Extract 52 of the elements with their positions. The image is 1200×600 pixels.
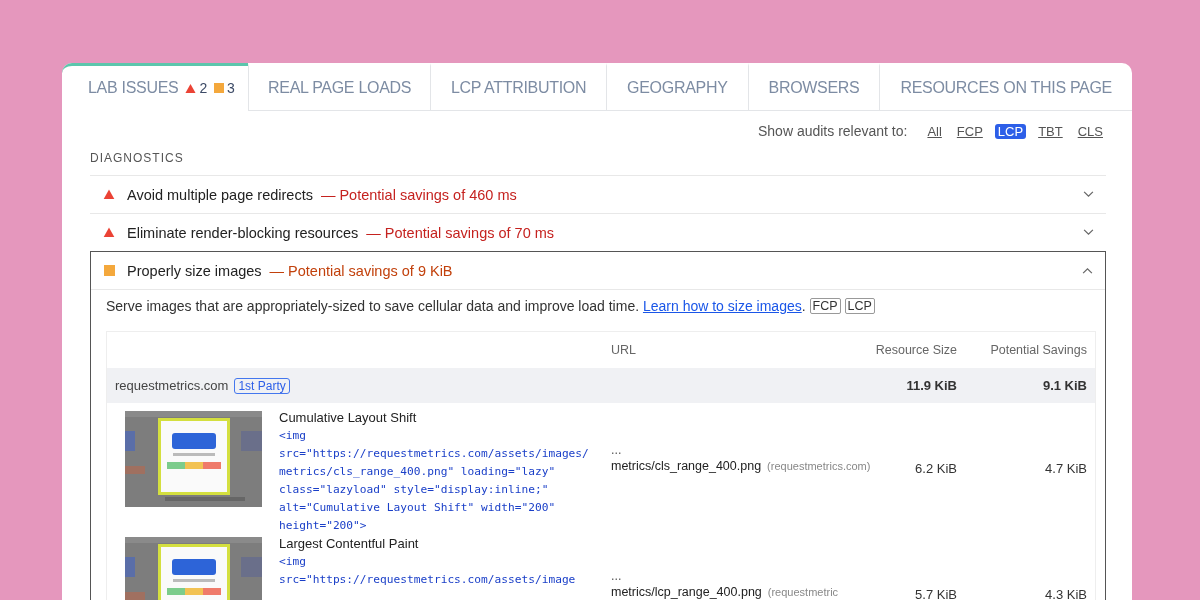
column-header: Resource Size	[874, 343, 957, 357]
chevron-down-icon	[1083, 229, 1094, 236]
node-label: Largest Contentful Paint	[279, 535, 420, 553]
url-ellipsis: ...	[611, 571, 623, 581]
code-snippet: <img src="https://requestmetrics.com/assets/images/metrics/cls_range_400.png" loading="lazy" class="lazyload" style="display:inline;" alt="Cumulative Layout Shift" width="200" height="200">	[279, 428, 590, 534]
audit-header[interactable]: Properly size images — Potential savings of 9 KiB	[91, 252, 1105, 289]
url-host: (requestmetrics.com)	[767, 459, 872, 474]
warning-triangle-icon	[185, 82, 197, 94]
audit-description: Serve images that are appropriately-sized to save cellular data and improve load time. Learn how to size images.	[106, 298, 806, 314]
table-cell-text: 4.7 KiB	[1044, 460, 1088, 476]
column-header: Potential Savings	[989, 343, 1088, 357]
audit-title: Eliminate render-blocking resources	[127, 224, 359, 241]
metric-filter[interactable]: FCP	[953, 123, 986, 139]
metric-tag: LCP	[844, 298, 875, 314]
metric-filter[interactable]: All	[924, 123, 945, 139]
audit-savings: — Potential savings of 460 ms	[320, 186, 517, 203]
audit-header[interactable]: Avoid multiple page redirects — Potential savings of 460 ms	[90, 176, 1106, 213]
warning-triangle-icon	[103, 227, 115, 238]
table-cell-text: 11.9 KiB	[905, 378, 957, 393]
table-cell-text: 5.7 KiB	[914, 586, 957, 600]
filter-label: Show audits relevant to:	[757, 123, 908, 139]
resource-url[interactable]: metrics/cls_range_400.png	[611, 455, 762, 477]
audit-header[interactable]: Eliminate render-blocking resources — Potential savings of 70 ms	[90, 214, 1106, 251]
code-snippet: <img src="https://requestmetrics.com/assets/image	[279, 554, 577, 588]
issue-count: 2	[199, 80, 207, 96]
metric-filter[interactable]: TBT	[1035, 123, 1066, 139]
audit-title: Avoid multiple page redirects	[127, 186, 313, 203]
table-cell-text: 4.3 KiB	[1044, 586, 1088, 600]
issue-count: 3	[226, 80, 235, 96]
warning-triangle-icon	[103, 189, 115, 200]
domain-name: requestmetrics.com	[115, 378, 229, 393]
column-header: URL	[610, 343, 637, 357]
metric-tag: FCP	[809, 298, 841, 314]
url-host: (requestmetric	[767, 585, 840, 600]
table-cell-text: 9.1 KiB	[1041, 378, 1088, 393]
url-ellipsis: ...	[611, 445, 623, 455]
learn-link[interactable]: Learn how to size images	[642, 298, 802, 314]
metric-filter[interactable]: LCP	[994, 123, 1027, 139]
section-title: DIAGNOSTICS	[90, 151, 185, 165]
chevron-down-icon	[1083, 191, 1094, 198]
square-icon	[104, 265, 115, 276]
audit-savings: — Potential savings of 70 ms	[366, 224, 555, 241]
metric-filter[interactable]: CLS	[1074, 123, 1106, 139]
tab[interactable]: LAB ISSUES 2 3	[62, 63, 249, 111]
tab[interactable]: LCP ATTRIBUTION	[430, 63, 607, 111]
audit-savings: — Potential savings of 9 KiB	[269, 262, 453, 279]
audit-title: Properly size images	[127, 262, 262, 279]
square-icon	[213, 83, 224, 93]
node-label: Cumulative Layout Shift	[279, 409, 418, 427]
chevron-up-icon	[1082, 267, 1093, 274]
party-badge: 1st Party	[234, 377, 290, 394]
resource-url[interactable]: metrics/lcp_range_400.png	[611, 581, 762, 600]
